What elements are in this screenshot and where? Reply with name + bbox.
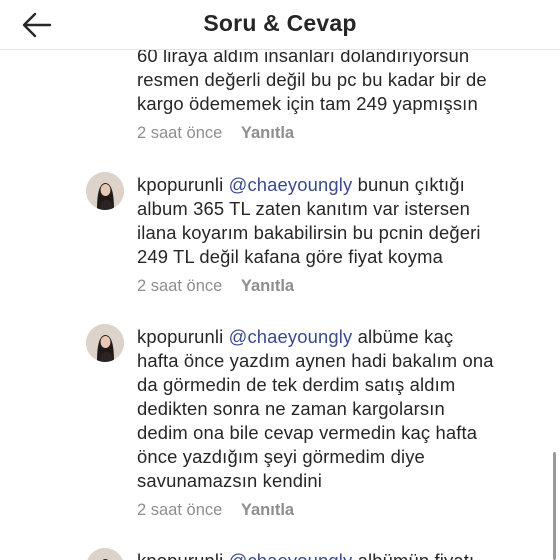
reply-button[interactable]: Yanıtla — [241, 277, 294, 296]
comment-line: da görmedin de tek derdim satış aldım — [137, 374, 456, 395]
reply-button[interactable]: Yanıtla — [241, 501, 294, 520]
comment-line: dedikten sonra ne zaman kargolarsın — [137, 398, 445, 419]
comment-line: bunun çıktığı — [357, 174, 465, 195]
comments-feed[interactable]: 60 liraya aldım insanları dolandırıyorsu… — [0, 0, 560, 560]
comment-timestamp: 2 saat önce — [137, 124, 223, 142]
user-mention[interactable]: @chaeyoungly — [229, 326, 353, 347]
comment-line: albümün fiyatı — [358, 550, 475, 560]
user-mention[interactable]: @chaeyoungly — [229, 550, 353, 560]
comment-line: önce yazdığım şeyi görmedim diye — [137, 446, 425, 467]
comment-username[interactable]: kpopurunli — [137, 174, 223, 195]
comment-text: kpopurunli @chaeyoungly albüme kaç hafta… — [137, 325, 537, 493]
avatar[interactable] — [86, 548, 124, 560]
comment-text: kpopurunli @chaeyoungly albümün fiyatı — [137, 549, 537, 560]
page-title: Soru & Cevap — [203, 10, 357, 36]
comment-username[interactable]: kpopurunli — [137, 550, 223, 560]
comment-text: 60 liraya aldım insanları dolandırıyorsu… — [137, 44, 537, 116]
comment-meta: 2 saat önce Yanıtla — [137, 277, 294, 296]
avatar[interactable] — [86, 172, 124, 210]
comment-line: ilana koyarım bakabilirsin bu pcnin değe… — [137, 222, 481, 243]
comment-meta: 2 saat önce Yanıtla — [137, 501, 294, 520]
comment-line: dedim ona bile cevap vermedin kaç hafta — [137, 422, 478, 443]
comment-line: kargo ödememek için tam 249 yapmışsın — [137, 93, 478, 114]
comment-username[interactable]: kpopurunli — [137, 326, 223, 347]
comment-line: albüme kaç — [357, 326, 454, 347]
comment-text: kpopurunli @chaeyoungly bunun çıktığı al… — [137, 173, 537, 269]
top-header: Soru & Cevap — [0, 0, 560, 50]
comment-line: savunamazsın kendini — [137, 470, 322, 491]
reply-button[interactable]: Yanıtla — [241, 124, 294, 143]
comment-timestamp: 2 saat önce — [137, 501, 223, 519]
comment-line: 249 TL değil kafana göre fiyat koyma — [137, 246, 443, 267]
comment-line: hafta önce yazdım aynen hadi bakalım ona — [137, 350, 494, 371]
scrollbar[interactable] — [553, 452, 556, 560]
comment-meta: 2 saat önce Yanıtla — [137, 124, 294, 143]
avatar[interactable] — [86, 324, 124, 362]
user-mention[interactable]: @chaeyoungly — [229, 174, 353, 195]
comment-line: album 365 TL zaten kanıtım var istersen — [137, 198, 470, 219]
comment-timestamp: 2 saat önce — [137, 277, 223, 295]
comment-line: resmen değerli değil bu pc bu kadar bir … — [137, 69, 487, 90]
